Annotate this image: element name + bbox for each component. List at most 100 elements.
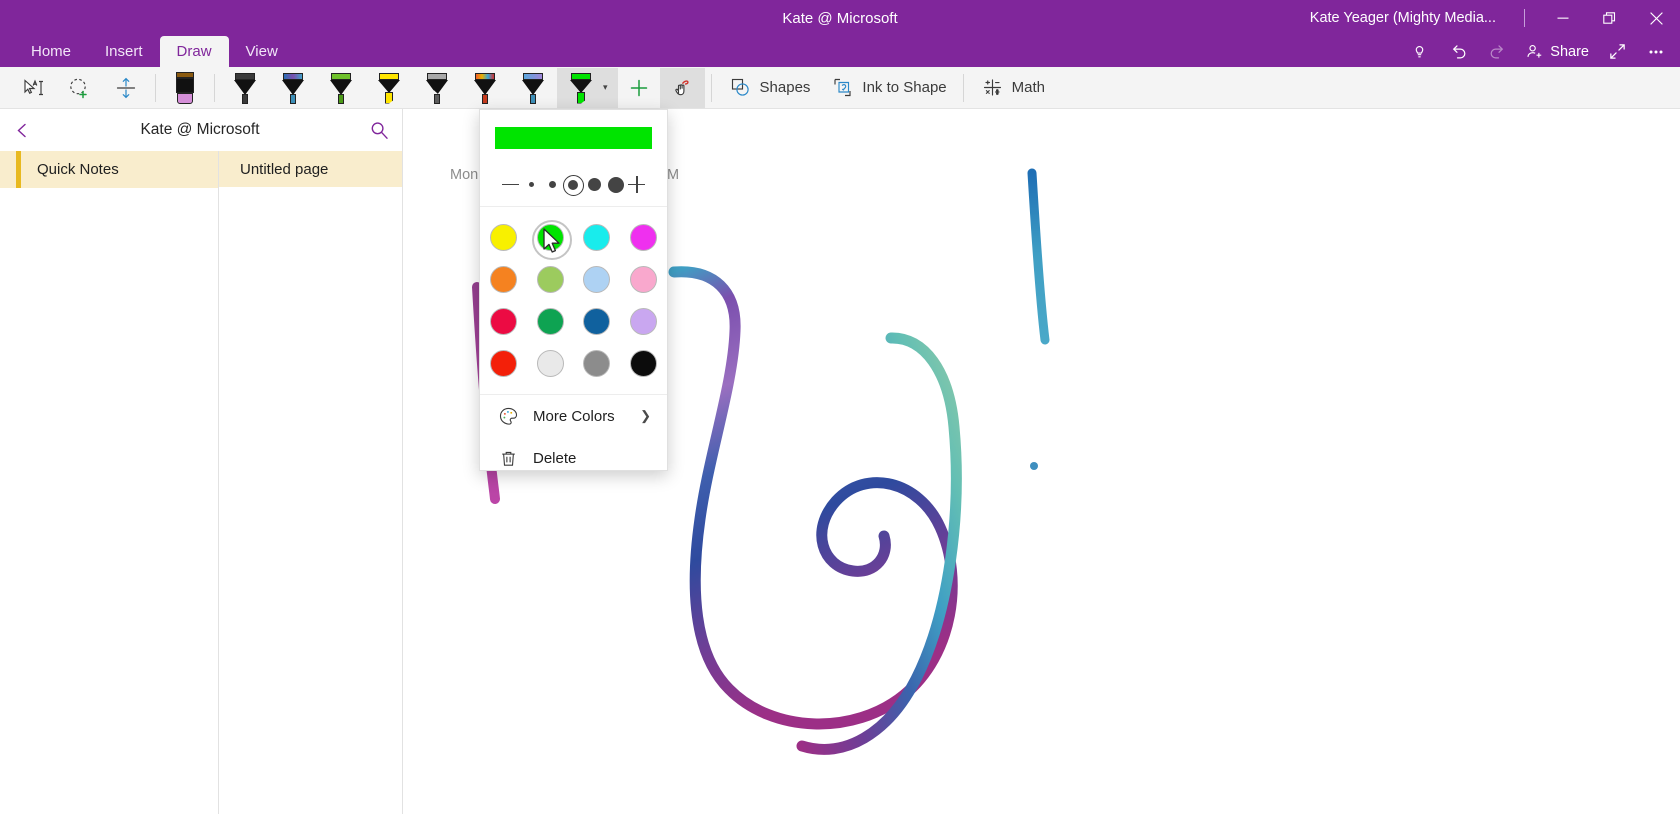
toolbar-divider-2 — [214, 73, 215, 102]
color-swatch-light-green[interactable] — [530, 263, 570, 296]
account-name[interactable]: Kate Yeager (Mighty Media... — [1296, 10, 1510, 26]
page-label: Untitled page — [240, 160, 329, 178]
pen-icon — [327, 68, 355, 108]
section-label: Quick Notes — [37, 161, 119, 178]
thickness-medium[interactable] — [563, 172, 585, 198]
color-swatch-crimson[interactable] — [483, 305, 523, 338]
ribbon-tab-bar: Home Insert Draw View Share — [0, 36, 1680, 67]
pencil-icon — [423, 68, 451, 108]
tab-insert[interactable]: Insert — [88, 36, 160, 67]
page-list-pane: Untitled page — [219, 151, 403, 814]
pen-blue[interactable] — [509, 68, 557, 108]
color-swatch-green[interactable] — [530, 305, 570, 338]
color-swatch-grid — [480, 207, 667, 388]
color-swatch-yellow[interactable] — [483, 221, 523, 254]
pen-icon — [519, 68, 547, 108]
highlighter-icon — [375, 68, 403, 108]
color-swatch-magenta[interactable] — [624, 221, 664, 254]
delete-label: Delete — [533, 449, 577, 467]
highlighter-yellow[interactable] — [365, 68, 413, 108]
math-label: Math — [1011, 79, 1045, 96]
tab-draw[interactable]: Draw — [159, 36, 229, 67]
thickness-fine[interactable] — [542, 172, 562, 198]
shapes-button[interactable]: Shapes — [718, 68, 821, 108]
delete-menu-item[interactable]: Delete — [480, 437, 667, 479]
pen-icon — [231, 68, 259, 108]
pen-rainbow[interactable] — [461, 68, 509, 108]
tab-view[interactable]: View — [229, 36, 295, 67]
back-button[interactable] — [0, 109, 44, 151]
notebook-navigation-bar: Kate @ Microsoft — [0, 109, 403, 151]
pen-galaxy[interactable] — [269, 68, 317, 108]
onenote-window: Kate @ Microsoft Kate Yeager (Mighty Med… — [0, 0, 1680, 814]
color-swatch-light-blue[interactable] — [577, 263, 617, 296]
draw-toolbar: ▾ Shapes Ink to Shape Math — [0, 67, 1680, 109]
ribbon-actions: Share — [1401, 36, 1674, 67]
shapes-label: Shapes — [759, 79, 811, 96]
share-button[interactable]: Share — [1518, 36, 1596, 67]
thickness-thick[interactable] — [585, 172, 605, 198]
math-button[interactable]: Math — [970, 68, 1055, 108]
color-swatch-cyan[interactable] — [577, 221, 617, 254]
notebook-title: Kate @ Microsoft — [140, 121, 260, 138]
ink-to-shape-label: Ink to Shape — [862, 79, 947, 96]
thickness-selector — [480, 163, 667, 207]
title-divider — [1524, 9, 1525, 27]
pen-black[interactable] — [221, 68, 269, 108]
type-select-tool[interactable] — [10, 68, 56, 108]
color-swatch-gray[interactable] — [577, 347, 617, 380]
pen-color-flyout: More Colors ❯ Delete — [479, 109, 668, 471]
section-list-pane: Quick Notes — [0, 151, 219, 814]
title-bar: Kate @ Microsoft Kate Yeager (Mighty Med… — [0, 0, 1680, 36]
share-label: Share — [1550, 43, 1589, 60]
toolbar-divider-1 — [155, 73, 156, 102]
more-colors-label: More Colors — [533, 407, 615, 425]
color-swatch-orange[interactable] — [483, 263, 523, 296]
tab-home[interactable]: Home — [14, 36, 88, 67]
section-item-quick-notes[interactable]: Quick Notes — [0, 151, 218, 188]
color-swatch-lavender[interactable] — [624, 305, 664, 338]
color-swatch-white[interactable] — [530, 347, 570, 380]
increase-thickness-button[interactable] — [627, 172, 647, 198]
trash-icon — [502, 451, 515, 466]
decrease-thickness-button[interactable] — [500, 172, 520, 198]
undo-icon[interactable] — [1440, 36, 1476, 67]
thickness-extra-fine[interactable] — [521, 172, 541, 198]
color-swatch-bright-green[interactable] — [530, 219, 573, 260]
add-pen-button[interactable] — [618, 68, 660, 108]
page-item-untitled[interactable]: Untitled page — [219, 151, 402, 187]
toolbar-divider-4 — [962, 73, 964, 102]
palette-icon — [499, 407, 518, 425]
section-color-swatch — [16, 151, 21, 188]
color-swatch-blue[interactable] — [577, 305, 617, 338]
chevron-down-icon[interactable]: ▾ — [603, 82, 608, 93]
more-colors-menu-item[interactable]: More Colors ❯ — [480, 395, 667, 437]
pencil-silver[interactable] — [413, 68, 461, 108]
toolbar-divider-3 — [710, 73, 712, 102]
eraser-tool[interactable] — [162, 68, 208, 108]
chevron-right-icon: ❯ — [640, 408, 651, 423]
minimize-button[interactable] — [1539, 0, 1586, 36]
expand-icon[interactable] — [1599, 36, 1635, 67]
color-swatch-pink[interactable] — [624, 263, 664, 296]
window-controls: Kate Yeager (Mighty Media... — [1296, 0, 1680, 36]
ink-preview-swatch — [495, 127, 652, 149]
close-button[interactable] — [1633, 0, 1680, 36]
thickness-extra-thick[interactable] — [606, 172, 626, 198]
eraser-icon — [172, 68, 198, 108]
insert-space-tool[interactable] — [103, 68, 149, 108]
lasso-select-tool[interactable] — [56, 68, 103, 108]
color-swatch-red[interactable] — [483, 347, 523, 380]
restore-button[interactable] — [1586, 0, 1633, 36]
lightbulb-icon[interactable] — [1401, 36, 1437, 67]
color-swatch-black[interactable] — [624, 347, 664, 380]
ink-to-shape-button[interactable]: Ink to Shape — [820, 68, 956, 108]
search-icon[interactable] — [356, 109, 402, 151]
ellipsis-icon[interactable] — [1638, 36, 1674, 67]
redo-icon[interactable] — [1479, 36, 1515, 67]
pen-icon — [279, 68, 307, 108]
pen-green[interactable] — [317, 68, 365, 108]
highlighter-green-active[interactable]: ▾ — [557, 67, 618, 108]
ink-to-text-button[interactable] — [659, 67, 705, 108]
highlighter-icon — [567, 68, 595, 108]
